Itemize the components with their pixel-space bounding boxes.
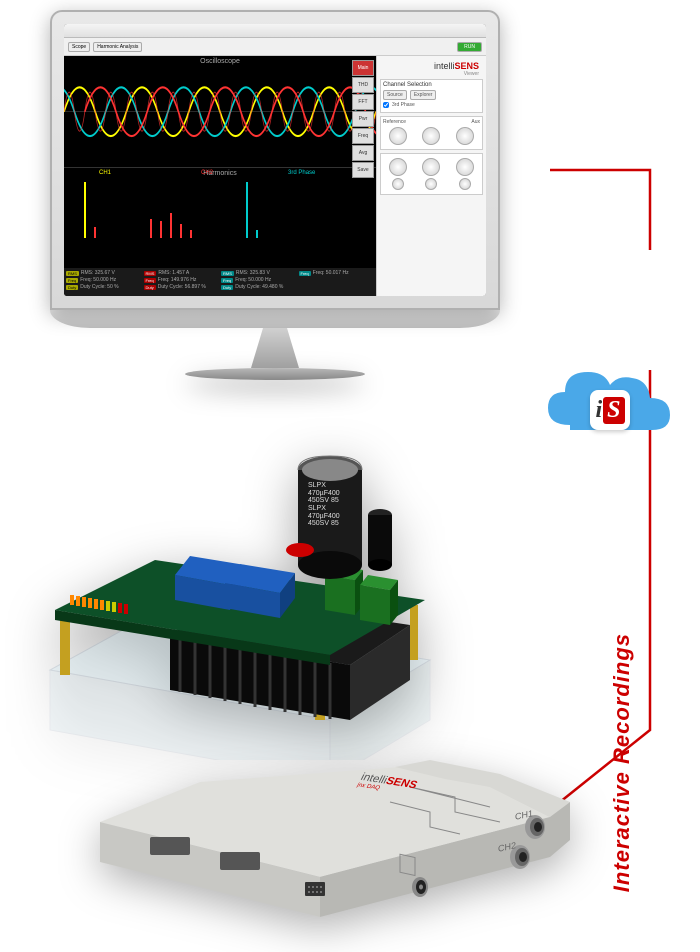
explorer-button[interactable]: Explorer xyxy=(410,90,437,100)
knob-reference[interactable] xyxy=(389,127,407,145)
plot-area: Oscilloscope Harmonics CH1 xyxy=(64,56,376,296)
side-tab-freq[interactable]: Freq xyxy=(352,128,374,144)
software-toolbar: Scope Harmonic Analysis RUN xyxy=(64,38,486,56)
cloud-brand-badge: iS xyxy=(590,390,630,430)
harmonics-ch2-label: CH2 xyxy=(201,170,213,176)
monitor-stand xyxy=(235,328,315,368)
daq-hardware-device: intelliSENS jnx DAQ CH1 CH2 xyxy=(60,732,580,932)
software-screenshot: Scope Harmonic Analysis RUN Oscilloscope xyxy=(64,24,486,296)
side-tab-avg[interactable]: Avg xyxy=(352,145,374,161)
run-button[interactable]: RUN xyxy=(457,42,482,52)
knob-aux[interactable] xyxy=(422,127,440,145)
knob-v3[interactable] xyxy=(456,158,474,176)
control-panel: intelliSENS Viewer Channel Selection Sou… xyxy=(376,56,486,296)
side-tab-main[interactable]: Main xyxy=(352,60,374,76)
cloud-icon-group: iS xyxy=(540,360,680,460)
toolbar-tab-harmonic[interactable]: Harmonic Analysis xyxy=(93,42,142,52)
software-main-area: Oscilloscope Harmonics CH1 xyxy=(64,56,486,296)
knob-s3[interactable] xyxy=(459,178,471,190)
knob-v1[interactable] xyxy=(389,158,407,176)
window-titlebar xyxy=(64,24,486,38)
side-tab-save[interactable]: Save xyxy=(352,162,374,178)
harmonics-ch1-label: CH1 xyxy=(99,170,111,176)
badge-letter-s: S xyxy=(603,397,624,424)
harmonics-bars xyxy=(64,182,376,238)
measurement-readout: RMSRMS: 325.67 V FreqFreq: 50.000 Hz Dut… xyxy=(64,268,376,296)
oscilloscope-title: Oscilloscope xyxy=(200,58,240,65)
capacitor-label: SLPX 470µF400 450SV 85 SLPX 470µF400 450… xyxy=(308,482,340,528)
knob-v2[interactable] xyxy=(422,158,440,176)
monitor-foot xyxy=(185,368,365,380)
knob-s2[interactable] xyxy=(425,178,437,190)
harmonics-channel-labels: CH1 CH2 3rd Phase xyxy=(64,170,376,176)
oscilloscope-pane: Oscilloscope xyxy=(64,56,376,168)
knob-3[interactable] xyxy=(456,127,474,145)
third-phase-checkbox[interactable] xyxy=(383,102,389,108)
waveform-plot xyxy=(64,56,376,167)
computer-monitor: Scope Harmonic Analysis RUN Oscilloscope xyxy=(50,10,500,390)
side-tab-pwr[interactable]: Pwr xyxy=(352,111,374,127)
horizontal-panel: Reference Aux xyxy=(380,116,483,150)
channel-selection-panel: Channel Selection Source Explorer 3rd Ph… xyxy=(380,79,483,113)
monitor-chin xyxy=(50,310,500,328)
interactive-recordings-label: Interactive Recordings xyxy=(609,633,635,892)
harmonics-pane: Harmonics CH1 CH2 3rd Phase xyxy=(64,168,376,268)
side-tab-fft[interactable]: FFT xyxy=(352,94,374,110)
side-tab-strip: Main THD FFT Pwr Freq Avg Save xyxy=(352,60,374,178)
harmonics-ch3-label: 3rd Phase xyxy=(288,170,315,176)
monitor-bezel: Scope Harmonic Analysis RUN Oscilloscope xyxy=(50,10,500,310)
toolbar-tab-scope[interactable]: Scope xyxy=(68,42,90,52)
vertical-panel xyxy=(380,153,483,195)
pcb-hardware-device: SLPX 470µF400 450SV 85 SLPX 470µF400 450… xyxy=(30,440,450,760)
source-button[interactable]: Source xyxy=(383,90,407,100)
badge-letter-i: i xyxy=(595,397,602,424)
software-brand: intelliSENS Viewer xyxy=(380,59,483,79)
side-tab-thd[interactable]: THD xyxy=(352,77,374,93)
knob-s1[interactable] xyxy=(392,178,404,190)
